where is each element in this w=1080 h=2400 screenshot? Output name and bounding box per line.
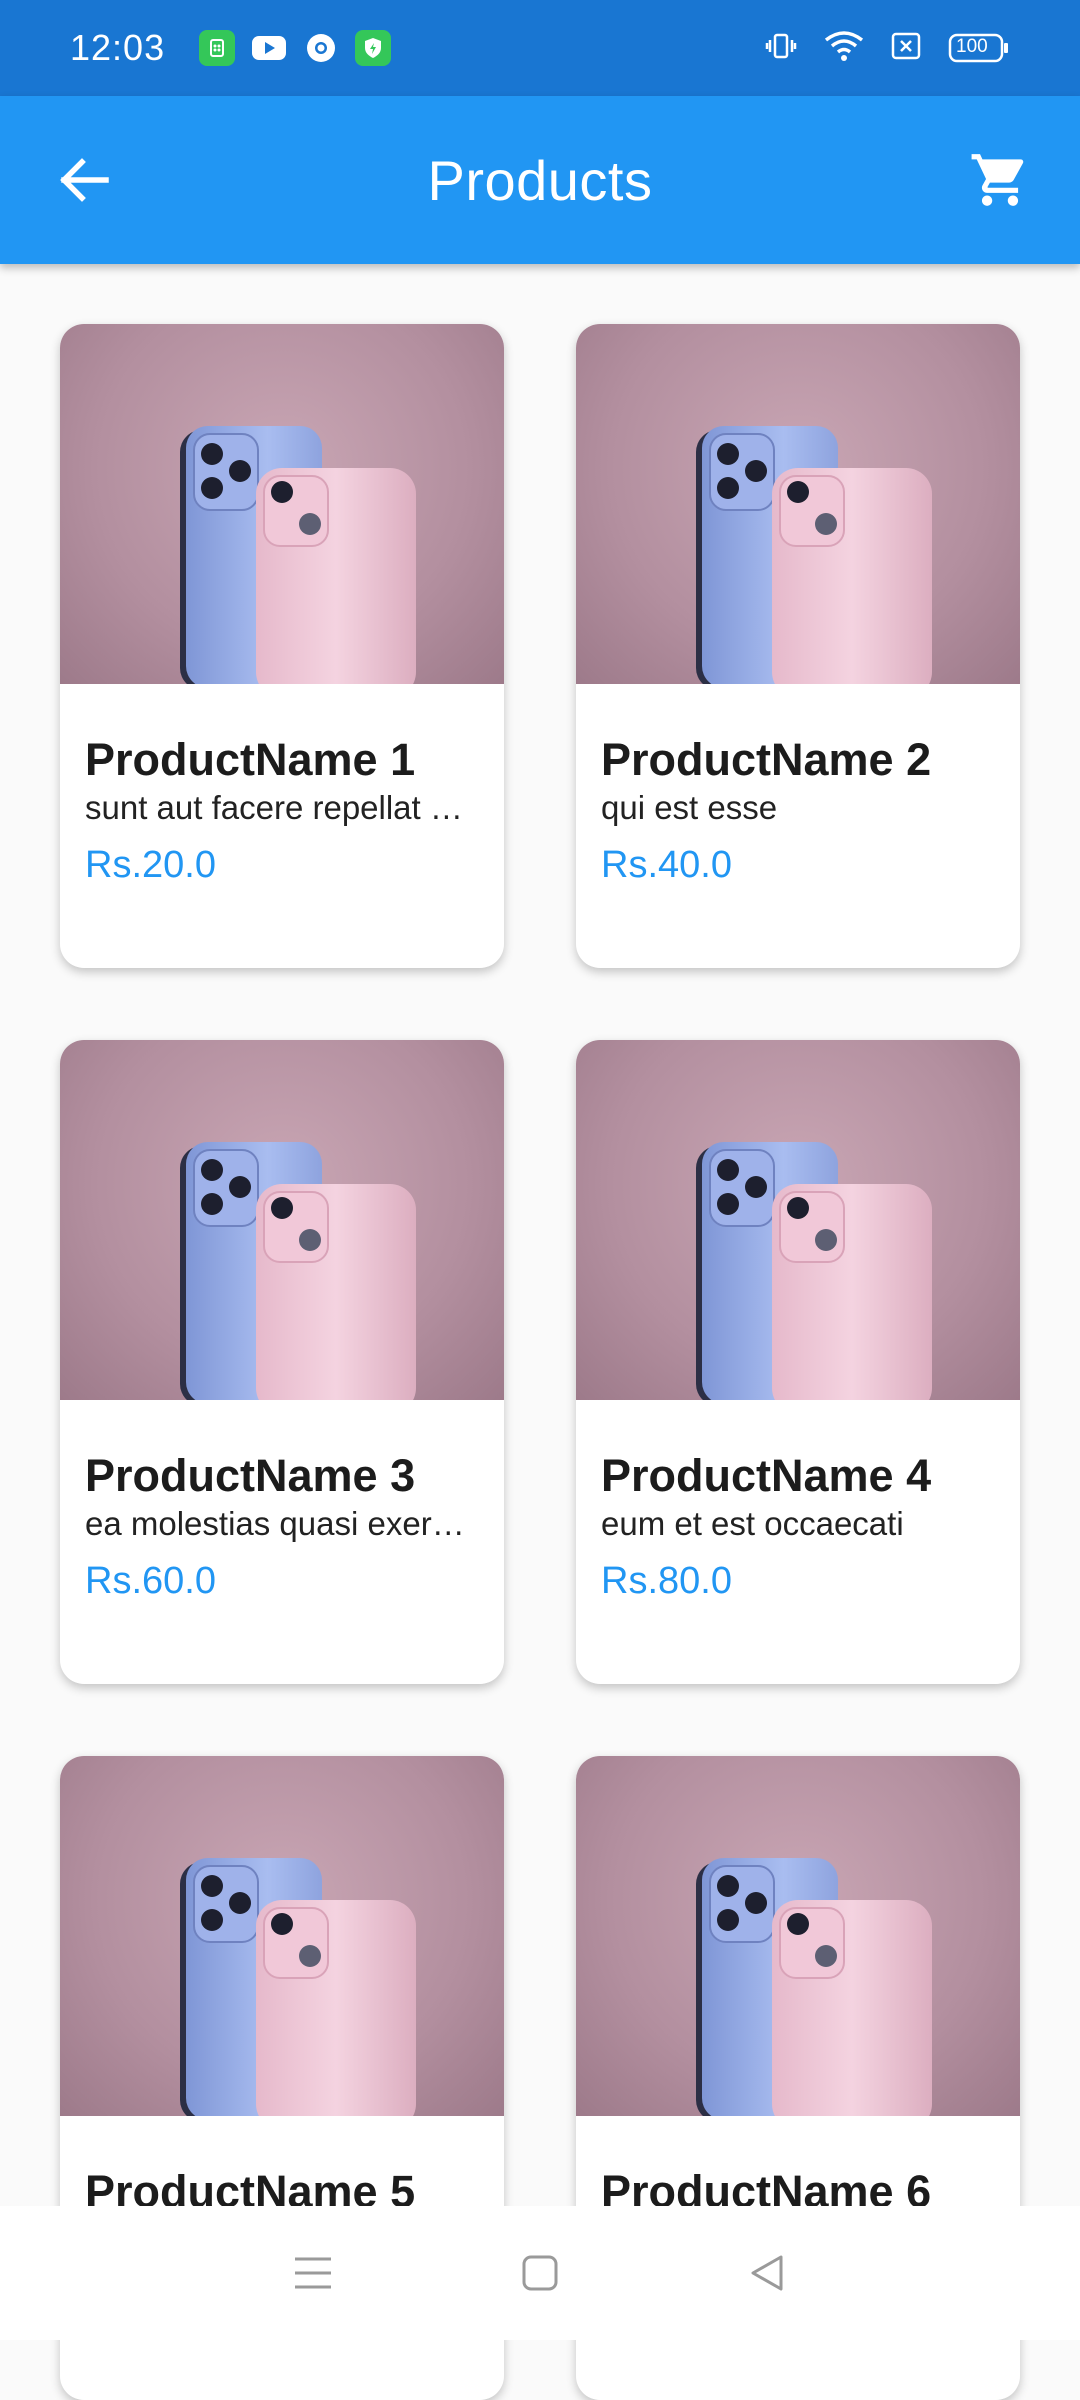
product-info: ProductName 5 bbox=[60, 2116, 504, 2218]
product-name: ProductName 3 bbox=[85, 1450, 416, 1501]
page-title: Products bbox=[427, 148, 653, 212]
product-name: ProductName 4 bbox=[601, 1450, 932, 1501]
phones-image-graphic bbox=[180, 1858, 416, 2116]
product-description: ea molestias quasi exercitationem repell… bbox=[85, 1505, 480, 1542]
product-price: Rs.20.0 bbox=[85, 844, 216, 886]
product-image bbox=[60, 1756, 504, 2116]
product-description: sunt aut facere repellat provident occae… bbox=[85, 789, 480, 826]
product-info: ProductName 3 ea molestias quasi exercit… bbox=[60, 1400, 504, 1604]
system-navigation-bar bbox=[0, 2206, 1080, 2340]
back-nav-button[interactable] bbox=[735, 2241, 799, 2305]
product-card[interactable]: ProductName 4 eum et est occaecati Rs.80… bbox=[576, 1040, 1020, 1684]
product-info: ProductName 6 bbox=[576, 2116, 1020, 2218]
product-image bbox=[576, 324, 1020, 684]
security-notification-icon bbox=[355, 30, 392, 66]
arrow-back-icon bbox=[60, 158, 109, 202]
menu-button[interactable] bbox=[281, 2241, 345, 2305]
product-description: eum et est occaecati bbox=[601, 1505, 904, 1542]
product-info: ProductName 1 sunt aut facere repellat p… bbox=[60, 684, 504, 888]
battery-level: 100 bbox=[956, 36, 988, 57]
product-info: ProductName 4 eum et est occaecati Rs.80… bbox=[576, 1400, 1020, 1604]
app-bar: Products bbox=[0, 96, 1080, 264]
menu-icon bbox=[295, 2257, 332, 2289]
system-status-icons: 100 bbox=[764, 29, 1010, 68]
product-description: qui est esse bbox=[601, 789, 778, 826]
phones-image-graphic bbox=[696, 426, 932, 684]
product-price: Rs.40.0 bbox=[601, 844, 732, 886]
battery-icon: 100 bbox=[948, 32, 1010, 64]
status-time: 12:03 bbox=[70, 27, 166, 68]
product-card[interactable]: ProductName 2 qui est esse Rs.40.0 bbox=[576, 324, 1020, 968]
product-name: ProductName 2 bbox=[601, 734, 932, 785]
product-info: ProductName 2 qui est esse Rs.40.0 bbox=[576, 684, 1020, 888]
product-grid: ProductName 1 sunt aut facere repellat p… bbox=[60, 324, 1020, 2400]
chrome-icon bbox=[303, 30, 339, 66]
phones-image-graphic bbox=[180, 1142, 416, 1400]
product-card[interactable]: ProductName 3 ea molestias quasi exercit… bbox=[60, 1040, 504, 1684]
back-button[interactable] bbox=[52, 148, 116, 212]
no-sim-icon bbox=[890, 31, 922, 66]
product-price: Rs.80.0 bbox=[601, 1560, 732, 1602]
wifi-icon bbox=[824, 30, 864, 67]
home-button[interactable] bbox=[508, 2241, 572, 2305]
product-image bbox=[576, 1040, 1020, 1400]
youtube-icon bbox=[251, 30, 287, 66]
phones-image-graphic bbox=[696, 1142, 932, 1400]
status-bar: 12:03 100 bbox=[0, 0, 1080, 96]
home-square-icon bbox=[522, 2255, 558, 2291]
product-name: ProductName 1 bbox=[85, 734, 416, 785]
back-triangle-icon bbox=[751, 2255, 783, 2291]
phones-image-graphic bbox=[696, 1858, 932, 2116]
product-price: Rs.60.0 bbox=[85, 1560, 216, 1602]
product-image bbox=[60, 1040, 504, 1400]
product-image bbox=[576, 1756, 1020, 2116]
shopping-cart-icon bbox=[971, 154, 1024, 206]
vibrate-icon bbox=[764, 29, 798, 68]
cart-button[interactable] bbox=[964, 144, 1036, 216]
app-notification-icon bbox=[199, 30, 236, 66]
phones-image-graphic bbox=[180, 426, 416, 684]
notification-icons bbox=[199, 30, 392, 66]
product-card[interactable]: ProductName 1 sunt aut facere repellat p… bbox=[60, 324, 504, 968]
product-image bbox=[60, 324, 504, 684]
